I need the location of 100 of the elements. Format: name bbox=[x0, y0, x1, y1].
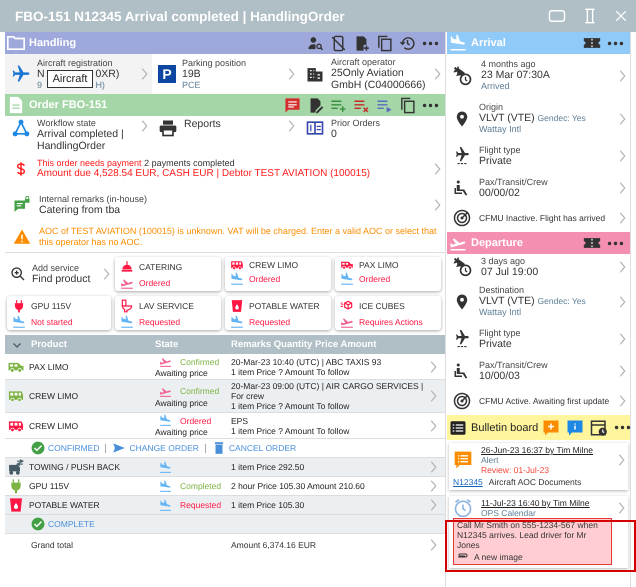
phone-off-icon[interactable] bbox=[330, 34, 347, 52]
field-value: Reports bbox=[184, 118, 222, 130]
chevron-icon[interactable] bbox=[433, 197, 442, 213]
airplane-icon bbox=[11, 64, 31, 84]
chevron-icon[interactable] bbox=[618, 363, 627, 379]
chevron-icon[interactable] bbox=[617, 452, 626, 468]
remark-line: EPS bbox=[231, 416, 250, 426]
chevron-icon[interactable] bbox=[618, 259, 627, 275]
calendar-clock-icon[interactable] bbox=[590, 418, 608, 436]
workflow-cell[interactable]: Workflow state Arrival completed | HandlingOrder bbox=[5, 116, 152, 153]
remark-line: 20-Mar-23 10:40 (UTC) | ABC TAXIS 93 bbox=[231, 356, 382, 366]
chevron-icon[interactable] bbox=[429, 478, 438, 494]
field-value: 0 bbox=[331, 128, 338, 140]
place-row[interactable]: Destination VLVT (VTE) Gendec: Yes Wattay Intl bbox=[447, 280, 630, 323]
bulletin-post[interactable]: 26-Jun-23 16:37 by Tim Milne Alert Review: 01-Jul-23 N12345 Aircraft AOC Documents bbox=[449, 443, 628, 490]
state-label: Completed bbox=[180, 481, 222, 491]
chevron-icon[interactable] bbox=[102, 266, 111, 282]
section-title: Bulletin board bbox=[471, 422, 538, 434]
person-search-icon[interactable] bbox=[307, 34, 324, 52]
price-note: Awaiting price bbox=[155, 398, 209, 408]
chevron-icon[interactable] bbox=[140, 66, 149, 82]
field-detail: 9 bbox=[37, 80, 44, 90]
parking-cell[interactable]: P Parking position 19B PCE bbox=[152, 54, 299, 94]
time-row[interactable]: 4 months ago 23 Mar 07:30A Arrived bbox=[447, 54, 630, 97]
cfmu-row[interactable]: CFMU Inactive. Flight has arrived bbox=[447, 204, 630, 232]
price-note: Awaiting price bbox=[155, 368, 209, 378]
chevron-icon[interactable] bbox=[287, 66, 296, 82]
prior-orders-cell[interactable]: Prior Orders 0 bbox=[299, 116, 445, 153]
chevron-icon[interactable] bbox=[617, 500, 626, 516]
operator-cell[interactable]: Aircraft operator 25Only Aviation GmbH (C04000666) bbox=[299, 54, 445, 94]
review-date: Review: 01-Jul-23 bbox=[481, 465, 550, 475]
service-status: Requested bbox=[249, 317, 290, 327]
window-title: FBO-151 N12345 Arrival completed | HandlingOrder bbox=[15, 8, 346, 24]
payment-row[interactable]: This order needs payment 2 payments completed Amount due 4,528.54 EUR, CASH EUR | Debtor TEST AVIATION (100015) bbox=[5, 153, 445, 185]
service-name: LAV SERVICE bbox=[139, 301, 194, 311]
product-row[interactable]: TOWING / PUSH BACK 1 item Price 292.50 bbox=[5, 458, 445, 477]
service-status: Ordered bbox=[249, 274, 280, 284]
service-card[interactable]: LAV SERVICE Requested bbox=[115, 296, 221, 330]
chevron-icon[interactable] bbox=[618, 331, 627, 347]
info-icon[interactable] bbox=[566, 418, 584, 436]
copy-icon[interactable] bbox=[399, 96, 416, 114]
chevron-icon[interactable] bbox=[287, 118, 296, 134]
chevron-icon[interactable] bbox=[618, 68, 627, 84]
comment-icon[interactable] bbox=[284, 96, 301, 114]
column-header: Product bbox=[31, 339, 67, 350]
service-card[interactable]: ICE CUBES Requires Actions bbox=[335, 296, 441, 330]
product-row[interactable]: CREW LIMO Confirmed Awaiting price 20-Mar-23 09:00 (UTC) | AIR CARGO SERVICES | For crew 1 item Price ? Amount To follow bbox=[5, 380, 445, 413]
chevron-icon[interactable] bbox=[429, 537, 438, 553]
service-status: Ordered bbox=[359, 274, 390, 284]
flight-type-row[interactable]: Flight type Private bbox=[447, 140, 630, 172]
chevron-icon[interactable] bbox=[618, 210, 627, 226]
chevron-icon[interactable] bbox=[429, 497, 438, 513]
field-label: Prior Orders bbox=[331, 118, 382, 128]
product-row[interactable]: POTABLE WATER Requested 1 item Price 105.30 bbox=[5, 496, 445, 515]
product-row[interactable]: CREW LIMO Ordered Awaiting price EPS 1 item Price ? Amount To follow bbox=[5, 413, 445, 439]
printer-icon bbox=[158, 118, 178, 138]
remarks-row[interactable]: Internal remarks (in-house) Catering from tba bbox=[5, 189, 445, 221]
aircraft-link[interactable]: N12345 bbox=[453, 477, 483, 487]
remark-line: 20-Mar-23 09:00 (UTC) | AIR CARGO SERVICES | For crew bbox=[231, 381, 424, 401]
time-row[interactable]: 3 days ago 07 Jul 19:00 bbox=[447, 254, 630, 280]
airplane-icon bbox=[453, 147, 471, 165]
field-value: 25Only Aviation GmbH (C04000666) bbox=[331, 67, 427, 91]
post-category: Alert bbox=[481, 455, 500, 465]
total-label: Grand total bbox=[30, 540, 74, 550]
chevron-icon[interactable] bbox=[618, 148, 627, 164]
chevron-icon[interactable] bbox=[618, 110, 627, 126]
close-icon[interactable] bbox=[614, 9, 628, 23]
service-card[interactable]: POTABLE WATER Requested bbox=[225, 296, 331, 330]
service-card[interactable]: GPU 115V Not started bbox=[7, 296, 111, 330]
service-card[interactable]: PAX LIMO Ordered bbox=[335, 257, 441, 291]
chevron-icon[interactable] bbox=[618, 180, 627, 196]
chevron-icon[interactable] bbox=[140, 118, 149, 134]
reports-cell[interactable]: Reports bbox=[152, 116, 299, 153]
chevron-icon[interactable] bbox=[618, 294, 627, 310]
field-value: 19B bbox=[182, 68, 201, 80]
chevron-icon[interactable] bbox=[429, 459, 438, 475]
add-service[interactable]: Add service Find product bbox=[7, 257, 111, 291]
place-row[interactable]: Origin VLVT (VTE) Gendec: Yes Wattay Intl bbox=[447, 97, 630, 140]
maximize-icon[interactable] bbox=[548, 7, 566, 25]
service-card[interactable]: CATERING Ordered bbox=[115, 257, 221, 291]
pax-row[interactable]: Pax/Transit/Crew 00/00/02 bbox=[447, 172, 630, 204]
chevron-icon[interactable] bbox=[429, 388, 438, 404]
chevron-icon[interactable] bbox=[429, 418, 438, 434]
cfmu-row[interactable]: CFMU Active. Awaiting first update bbox=[447, 387, 630, 415]
chevron-icon[interactable] bbox=[618, 393, 627, 409]
add-comment-icon[interactable] bbox=[542, 418, 560, 436]
history-icon[interactable] bbox=[399, 34, 416, 52]
field-detail: Wattay Intl bbox=[479, 124, 522, 135]
product-name: TOWING / PUSH BACK bbox=[29, 462, 120, 472]
amount-due: Amount due 4,528.54 EUR, CASH EUR | Debtor TEST AVIATION (100015) bbox=[37, 168, 372, 180]
field-value: Find product bbox=[32, 273, 92, 285]
pax-row[interactable]: Pax/Transit/Crew 10/00/03 bbox=[447, 355, 630, 387]
zoom-icon bbox=[10, 266, 26, 282]
copy-icon[interactable] bbox=[376, 34, 393, 52]
chevron-icon[interactable] bbox=[433, 66, 442, 82]
service-card[interactable]: CREW LIMO Ordered bbox=[225, 257, 331, 291]
chevron-icon[interactable] bbox=[429, 358, 438, 374]
flight-type-row[interactable]: Flight type Private bbox=[447, 323, 630, 355]
landing-icon bbox=[449, 34, 467, 52]
chevron-icon[interactable] bbox=[433, 161, 442, 177]
